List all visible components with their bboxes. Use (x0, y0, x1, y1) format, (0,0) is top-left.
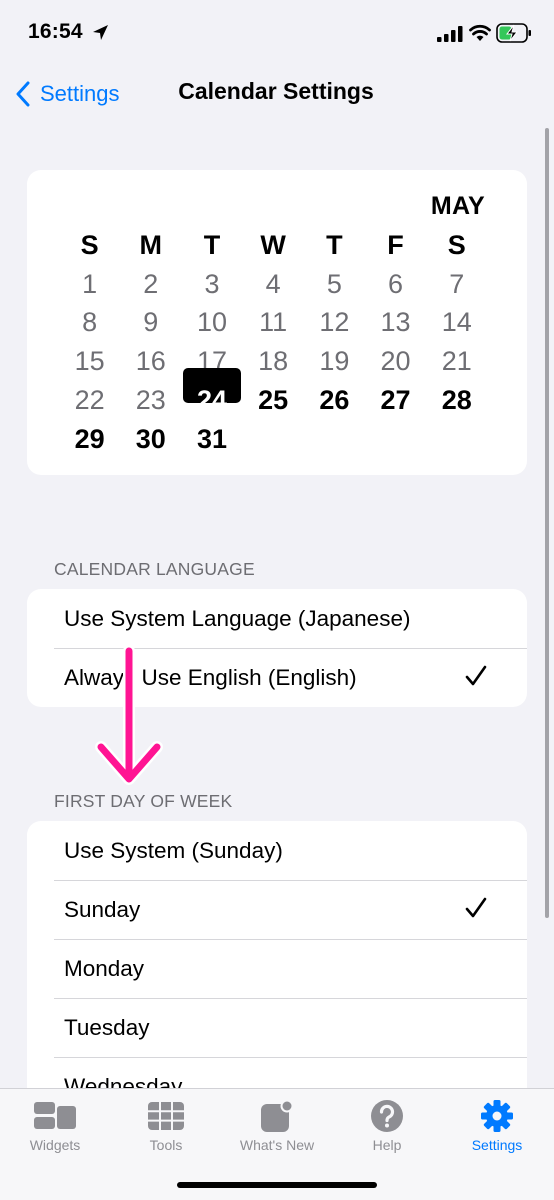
option-label: Use System Language (Japanese) (64, 605, 411, 631)
status-bar: 16:54 (0, 0, 554, 66)
tab-whats-new[interactable]: What's New (222, 1099, 332, 1153)
calendar-weekday-row: SMTWTFS (59, 226, 519, 265)
calendar-day-cell: 13 (380, 307, 411, 338)
option-tuesday[interactable]: Tuesday (27, 998, 527, 1057)
first-day-of-week-header: FIRST DAY OF WEEK (54, 791, 233, 811)
calendar-day-cell: 30 (135, 423, 166, 454)
calendar-day-cell: 3 (204, 268, 220, 299)
calendar-month-label: MAY (430, 192, 485, 220)
calendar-weekday-label: F (387, 229, 404, 260)
calendar-weekday-label: S (447, 229, 466, 260)
calendar-day-cell: 28 (441, 385, 472, 416)
calendar-day-number: 24 (196, 385, 227, 416)
annotation-arrow-icon (95, 645, 163, 785)
status-time: 16:54 (28, 20, 83, 43)
tab-settings[interactable]: Settings (442, 1099, 552, 1153)
calendar-day-cell: 2 (143, 268, 159, 299)
option-sunday[interactable]: Sunday (27, 880, 527, 939)
tab-tools[interactable]: Tools (111, 1099, 221, 1153)
option-use-system-sunday[interactable]: Use System (Sunday) (27, 821, 527, 880)
calendar-day-cell: 15 (74, 346, 105, 377)
location-arrow-icon (93, 25, 108, 40)
tab-label: Widgets (29, 1137, 81, 1153)
gear-icon (481, 1100, 513, 1132)
calendar-day-cell: 20 (380, 346, 411, 377)
calendar-day-cell: 19 (319, 346, 350, 377)
tab-label: What's New (239, 1137, 315, 1153)
calendar-day-cell: 7 (449, 268, 465, 299)
calendar-week-row: 15 16 17 18 19 20 21 (59, 342, 519, 381)
calendar-day-cell: 27 (380, 385, 411, 416)
tab-label: Tools (149, 1137, 183, 1153)
calendar-language-header: CALENDAR LANGUAGE (54, 559, 255, 579)
tab-widgets[interactable]: Widgets (0, 1099, 110, 1153)
calendar-day-cell: 12 (319, 307, 350, 338)
calendar-day-cell: 6 (388, 268, 404, 299)
tools-grid-icon (148, 1102, 184, 1130)
calendar-day-cell: 23 (135, 385, 166, 416)
calendar-day-cell: 29 (74, 423, 105, 454)
cellular-signal-icon (437, 26, 463, 42)
calendar-weekday-label: S (80, 229, 99, 260)
calendar-day-cell: 16 (135, 346, 166, 377)
calendar-weekday-label: M (139, 229, 163, 260)
option-monday[interactable]: Monday (27, 939, 527, 998)
calendar-weekday-label: T (326, 229, 343, 260)
tab-label: Help (372, 1137, 402, 1153)
calendar-day-cell: 31 (196, 423, 227, 454)
calendar-week-row: 1 2 3 4 5 6 7 (59, 265, 519, 304)
option-use-system-language[interactable]: Use System Language (Japanese) (27, 589, 527, 648)
calendar-day-cell: 11 (259, 307, 288, 338)
calendar-today-cell: 24 (181, 368, 242, 416)
first-day-of-week-group: Use System (Sunday) Sunday Monday Tuesda… (27, 821, 527, 1088)
calendar-day-cell: 8 (82, 307, 98, 338)
tab-label: Settings (471, 1137, 523, 1153)
calendar-day-cell: 25 (258, 385, 289, 416)
calendar-day-cell: 4 (265, 268, 281, 299)
calendar-day-cell: 1 (82, 268, 98, 299)
help-icon (371, 1100, 403, 1132)
calendar-day-cell: 14 (441, 307, 472, 338)
calendar-day-cell: 5 (326, 268, 342, 299)
calendar-day-cell: 18 (258, 346, 289, 377)
battery-charging-icon (496, 23, 531, 43)
option-wednesday[interactable]: Wednesday (27, 1057, 527, 1088)
scroll-indicator[interactable] (545, 128, 549, 918)
calendar-week-row: 8 9 10 11 12 13 14 (59, 304, 519, 343)
option-label: Tuesday (64, 1014, 150, 1040)
calendar-day-cell: 26 (319, 385, 350, 416)
option-label: Use System (Sunday) (64, 837, 283, 863)
checkmark-icon (465, 665, 487, 686)
calendar-grid: S M T W T F S 1 2 3 4 5 6 7 8 9 10 11 12 13 14 15 16 17 18 19 20 21… (59, 226, 519, 459)
option-label: Wednesday (64, 1073, 183, 1089)
tab-help[interactable]: Help (332, 1099, 442, 1153)
home-indicator (177, 1182, 377, 1188)
wifi-icon (469, 24, 491, 41)
calendar-day-cell: 22 (74, 385, 105, 416)
option-label: Sunday (64, 896, 141, 922)
whats-new-icon (261, 1099, 294, 1132)
page-title: Calendar Settings (0, 78, 554, 105)
calendar-weekday-label: W (260, 229, 286, 260)
option-label: Monday (64, 955, 145, 981)
calendar-week-row: 29 30 31 (59, 420, 519, 459)
calendar-day-cell: 21 (441, 346, 472, 377)
calendar-week-row: 22 23 24 25 26 27 28 (59, 368, 519, 420)
calendar-day-cell: 9 (143, 307, 159, 338)
calendar-weekday-label: T (203, 229, 221, 260)
checkmark-icon (465, 897, 487, 918)
navigation-bar: Settings Calendar Settings (0, 66, 554, 122)
page-title-text: Calendar Settings (178, 78, 374, 104)
calendar-preview-card: MAY S M T W T F S 1 2 3 4 5 6 7 8 9 10 11 12 13 14 15 16 17 18 19… (27, 170, 527, 475)
widgets-icon (34, 1102, 76, 1129)
calendar-day-cell: 10 (196, 307, 227, 338)
